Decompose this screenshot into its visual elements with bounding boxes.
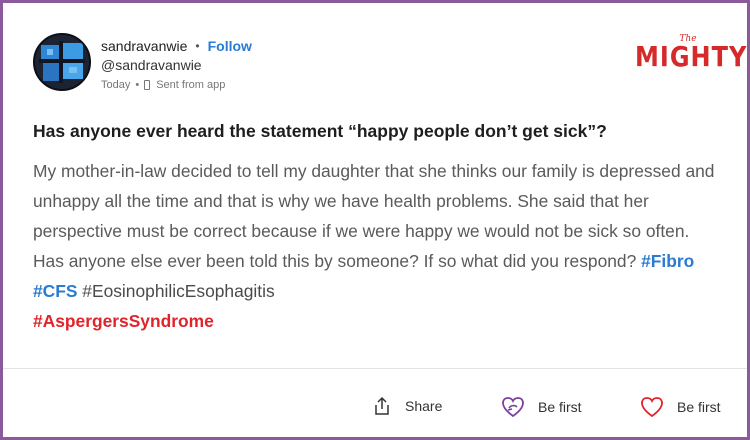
phone-icon — [144, 80, 151, 90]
share-label: Share — [405, 398, 443, 414]
post-title: Has anyone ever heard the statement “hap… — [33, 121, 607, 141]
post-header: sandravanwie • Follow @sandravanwie Toda… — [33, 33, 746, 93]
author-username[interactable]: sandravanwie — [101, 38, 187, 54]
hug-label: Be first — [538, 399, 582, 415]
separator-dot: • — [135, 79, 140, 91]
brand-logo[interactable]: The MIGHTY — [635, 35, 746, 72]
like-button[interactable]: Be first — [639, 395, 721, 419]
hashtag[interactable]: #Fibro — [641, 251, 694, 271]
author-meta: sandravanwie • Follow @sandravanwie Toda… — [101, 37, 252, 93]
like-label: Be first — [677, 399, 721, 415]
post-card: sandravanwie • Follow @sandravanwie Toda… — [0, 0, 750, 440]
post-meta: Today • Sent from app — [101, 77, 252, 93]
follow-button[interactable]: Follow — [208, 38, 252, 54]
hashtag[interactable]: #EosinophilicEsophagitis — [82, 281, 274, 301]
brand-logo-text: MIGHTY — [635, 40, 748, 74]
post-source: Sent from app — [156, 79, 226, 91]
hashtag[interactable]: #AspergersSyndrome — [33, 311, 214, 331]
hashtag[interactable]: #CFS — [33, 281, 77, 301]
action-bar: Share Be first Be first — [3, 395, 747, 425]
post-body: My mother-in-law decided to tell my daug… — [33, 156, 723, 336]
post-body-text: My mother-in-law decided to tell my daug… — [33, 161, 715, 271]
hug-button[interactable]: Be first — [500, 395, 582, 419]
avatar[interactable] — [33, 33, 91, 91]
share-icon — [375, 396, 389, 415]
separator-dot: • — [195, 39, 200, 53]
avatar-image — [35, 35, 89, 89]
heart-icon — [641, 397, 663, 418]
divider — [3, 368, 747, 369]
hug-icon — [502, 397, 524, 418]
share-button[interactable]: Share — [371, 395, 442, 417]
author-handle: @sandravanwie — [101, 57, 202, 73]
post-time: Today — [101, 79, 131, 91]
